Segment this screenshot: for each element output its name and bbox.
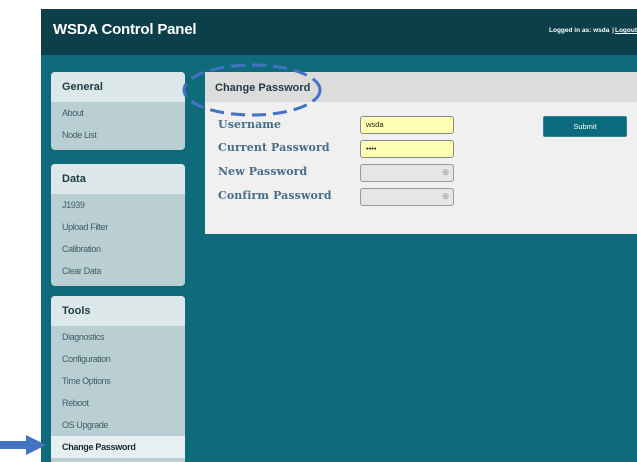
current-password-label: Current Password: [218, 141, 330, 154]
confirm-password-label: Confirm Password: [218, 189, 332, 202]
sidebar-item-os-upgrade[interactable]: OS Upgrade: [51, 414, 185, 436]
sidebar-item-reboot[interactable]: Reboot: [51, 392, 185, 414]
confirm-password-field[interactable]: ⊕: [360, 188, 454, 206]
sidebar-item-node-list[interactable]: Node List: [51, 124, 185, 146]
login-separator: |: [612, 27, 614, 34]
sidebar-item-j1939[interactable]: J1939: [51, 194, 185, 216]
sidebar-item-change-password[interactable]: Change Password: [51, 436, 185, 458]
logged-in-username: wsda: [593, 27, 610, 34]
panel-header-general: General: [51, 72, 185, 102]
panel-header-data: Data: [51, 164, 185, 194]
username-field[interactable]: wsda: [360, 116, 454, 134]
sidebar-item-upload-filter[interactable]: Upload Filter: [51, 216, 185, 238]
new-password-field[interactable]: ⊕: [360, 164, 454, 182]
sidebar-item-configuration[interactable]: Configuration: [51, 348, 185, 370]
sidebar-panel-tools: Tools Diagnostics Configuration Time Opt…: [51, 296, 185, 462]
password-reveal-icon[interactable]: ⊕: [441, 192, 450, 201]
sidebar-item-calibration[interactable]: Calibration: [51, 238, 185, 260]
panel-header-tools: Tools: [51, 296, 185, 326]
sidebar-item-about[interactable]: About: [51, 102, 185, 124]
username-label: Username: [218, 118, 282, 131]
current-password-field[interactable]: ••••: [360, 140, 454, 158]
sidebar-item-time-options[interactable]: Time Options: [51, 370, 185, 392]
callout-ellipse-annotation: [182, 63, 322, 117]
app-title: WSDA Control Panel: [53, 21, 197, 38]
password-reveal-icon[interactable]: ⊕: [441, 168, 450, 177]
new-password-label: New Password: [218, 165, 308, 178]
submit-button[interactable]: Submit: [543, 116, 627, 137]
sidebar-panel-general: General About Node List: [51, 72, 185, 150]
pointer-arrow-icon: [0, 435, 46, 455]
login-prefix: Logged in as:: [549, 27, 592, 34]
top-bar: WSDA Control Panel Logged in as: wsda |L…: [41, 9, 637, 55]
sidebar-item-diagnostics[interactable]: Diagnostics: [51, 326, 185, 348]
sidebar-panel-data: Data J1939 Upload Filter Calibration Cle…: [51, 164, 185, 286]
login-info: Logged in as: wsda |Logout: [549, 27, 637, 34]
control-panel-window: WSDA Control Panel Logged in as: wsda |L…: [41, 9, 637, 462]
logout-link[interactable]: Logout: [615, 27, 637, 34]
sidebar-item-clear-data[interactable]: Clear Data: [51, 260, 185, 282]
